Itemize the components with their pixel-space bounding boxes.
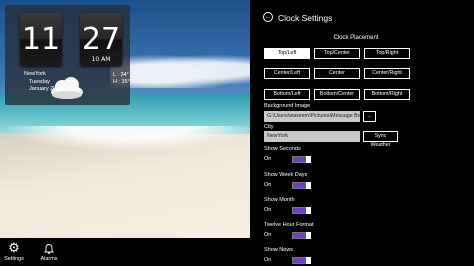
ampm-label: 10 AM — [91, 56, 111, 63]
twelve-hour-format-label: Twelve Hour Format — [264, 222, 314, 228]
settings-label: Settings — [4, 256, 24, 262]
settings-button[interactable]: ⚙ Settings — [0, 240, 28, 266]
show-week-days-toggle[interactable] — [292, 182, 311, 189]
twelve-hour-format-toggle[interactable] — [292, 232, 311, 239]
widget-day: Tuesday — [29, 79, 50, 85]
show-seconds-toggle[interactable] — [292, 156, 311, 163]
placement-top-right-button[interactable]: Top/Right — [364, 48, 410, 59]
placement-center-right-button[interactable]: Center/Right — [364, 68, 410, 79]
show-week-days-label: Show Week Days — [264, 172, 308, 178]
settings-panel: ← Clock Settings Clock Placement Top/Lef… — [250, 0, 474, 266]
sky-clouds — [110, 52, 250, 88]
toggle-thumb — [306, 232, 311, 239]
bell-icon — [35, 240, 63, 255]
placement-top-left-button[interactable]: Top/Left — [264, 48, 310, 59]
show-month-label: Show Month — [264, 197, 295, 203]
placement-bottom-right-button[interactable]: Bottom/Right — [364, 89, 410, 100]
panel-title: Clock Settings — [278, 13, 333, 23]
toggle-thumb — [306, 257, 311, 264]
hour-flip-card: 11 — [20, 13, 62, 66]
back-arrow-icon[interactable]: ← — [263, 12, 273, 22]
show-seconds-state: On — [264, 156, 272, 162]
widget-city: NewYork — [24, 71, 46, 77]
alarms-label: Alarms — [40, 256, 58, 262]
minute-flip-card: 27 10 AM — [80, 13, 122, 66]
wave — [0, 126, 250, 156]
clock-widget[interactable]: 11 27 10 AM NewYork Tuesday January 29 L… — [5, 5, 130, 105]
placement-bottom-center-button[interactable]: Bottom/Center — [314, 89, 360, 100]
show-month-toggle[interactable] — [292, 207, 311, 214]
placement-title: Clock Placement — [333, 35, 379, 41]
city-label: City — [264, 124, 274, 130]
toggle-thumb — [306, 207, 311, 214]
widget-high-temp: H : 35° — [113, 79, 130, 85]
hour-digits: 11 — [21, 22, 61, 57]
cloud-icon — [51, 77, 83, 99]
desktop-background: 11 27 10 AM NewYork Tuesday January 29 L… — [0, 0, 250, 266]
show-month-state: On — [264, 207, 272, 213]
placement-center-button[interactable]: Center — [314, 68, 360, 79]
browse-button[interactable]: ... — [363, 111, 376, 122]
minute-digits: 27 — [81, 22, 121, 57]
placement-top-center-button[interactable]: Top/Center — [314, 48, 360, 59]
placement-bottom-left-button[interactable]: Bottom/Left — [264, 89, 310, 100]
show-week-days-state: On — [264, 182, 272, 188]
show-seconds-label: Show Seconds — [264, 146, 301, 152]
placement-center-left-button[interactable]: Center/Left — [264, 68, 310, 79]
show-news-label: Show News — [264, 247, 294, 253]
gear-icon: ⚙ — [8, 240, 20, 255]
toggle-thumb — [306, 182, 311, 189]
alarms-button[interactable]: Alarms — [35, 240, 63, 266]
sync-weather-button[interactable]: Sync Weather — [363, 131, 398, 148]
twelve-hour-format-state: On — [264, 232, 272, 238]
background-image-label: Background Image — [264, 103, 311, 109]
widget-low-temp: L : 34° — [113, 72, 129, 78]
show-news-toggle[interactable] — [292, 257, 311, 264]
background-image-field[interactable]: G:\Users\waseem\Pictures\Message Boa — [264, 111, 360, 122]
city-field[interactable]: NewYork — [264, 131, 360, 142]
show-news-state: On — [264, 257, 272, 263]
toggle-thumb — [306, 156, 311, 163]
app-bar: ⚙ Settings Alarms — [0, 238, 250, 266]
